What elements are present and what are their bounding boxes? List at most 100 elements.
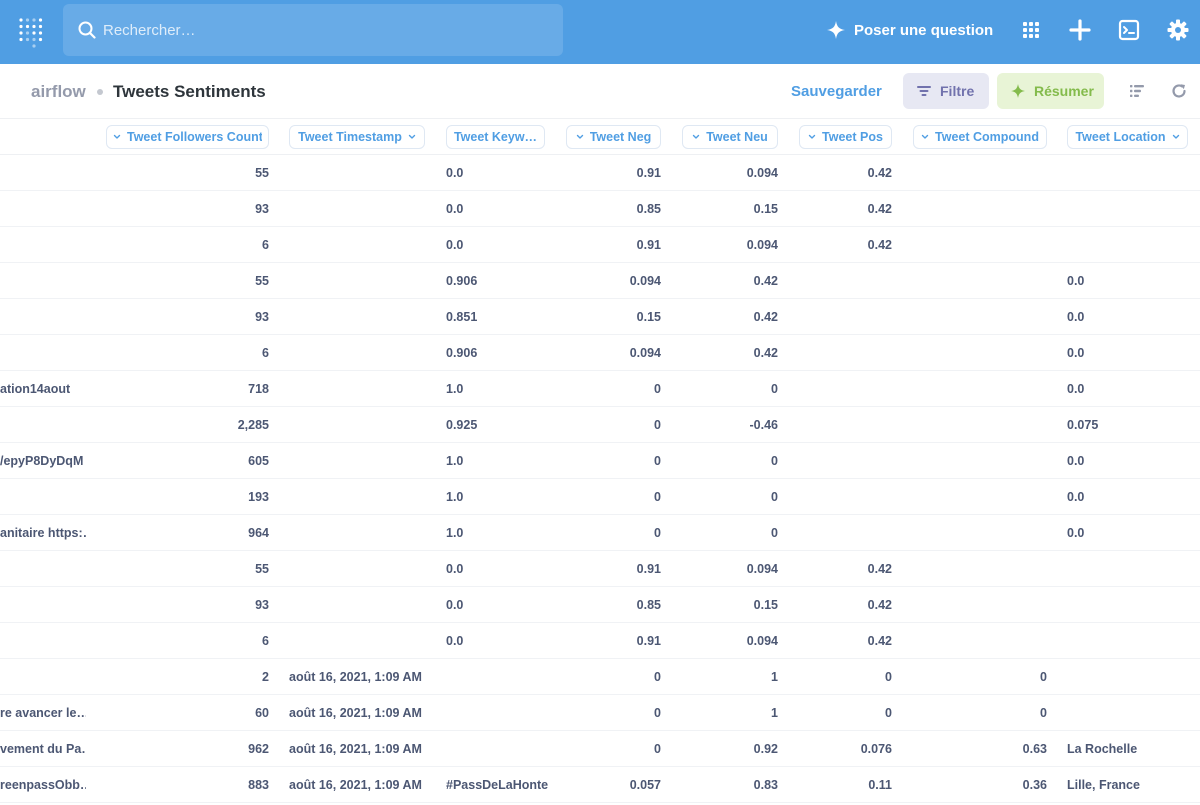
table-cell[interactable]: 0: [905, 695, 1047, 731]
table-cell[interactable]: 0.42: [676, 299, 778, 335]
table-cell[interactable]: [905, 191, 1047, 227]
table-cell[interactable]: 6: [96, 227, 269, 263]
table-cell[interactable]: 883: [96, 767, 269, 803]
table-cell[interactable]: 1.0: [446, 443, 550, 479]
table-cell[interactable]: [0, 407, 86, 443]
column-header-followers-count[interactable]: Tweet Followers Count: [106, 125, 269, 149]
table-cell[interactable]: [1067, 227, 1197, 263]
table-cell[interactable]: [1067, 623, 1197, 659]
table-cell[interactable]: 0.0: [1067, 335, 1197, 371]
table-cell[interactable]: [0, 659, 86, 695]
table-cell[interactable]: [289, 407, 429, 443]
table-cell[interactable]: 1: [676, 695, 778, 731]
table-cell[interactable]: 2: [96, 659, 269, 695]
table-cell[interactable]: 0.0: [446, 227, 550, 263]
table-cell[interactable]: [0, 299, 86, 335]
table-cell[interactable]: [790, 479, 892, 515]
table-cell[interactable]: 93: [96, 299, 269, 335]
save-button[interactable]: Sauvegarder: [791, 83, 882, 100]
table-cell[interactable]: 0.0: [1067, 299, 1197, 335]
column-header-location[interactable]: Tweet Location: [1067, 125, 1188, 149]
table-cell[interactable]: 0.076: [790, 731, 892, 767]
table-cell[interactable]: [446, 659, 550, 695]
table-cell[interactable]: 2,285: [96, 407, 269, 443]
table-cell[interactable]: [289, 299, 429, 335]
table-cell[interactable]: 6: [96, 335, 269, 371]
table-cell[interactable]: 0.925: [446, 407, 550, 443]
table-cell[interactable]: 0: [558, 515, 661, 551]
column-header-neg[interactable]: Tweet Neg: [566, 125, 661, 149]
column-header-compound[interactable]: Tweet Compound: [913, 125, 1047, 149]
table-cell[interactable]: [790, 263, 892, 299]
table-cell[interactable]: [905, 551, 1047, 587]
sql-editor-icon[interactable]: [1117, 18, 1141, 42]
table-cell[interactable]: 1.0: [446, 479, 550, 515]
table-cell[interactable]: 0.0: [1067, 263, 1197, 299]
table-cell[interactable]: [905, 155, 1047, 191]
table-cell[interactable]: Lille, France: [1067, 767, 1197, 803]
table-cell[interactable]: 0.0: [446, 155, 550, 191]
table-cell[interactable]: 605: [96, 443, 269, 479]
table-cell[interactable]: 718: [96, 371, 269, 407]
table-cell[interactable]: 0.0: [1067, 479, 1197, 515]
table-cell[interactable]: 0.906: [446, 263, 550, 299]
table-cell[interactable]: 0: [558, 443, 661, 479]
table-cell[interactable]: [289, 587, 429, 623]
column-header-keyword[interactable]: Tweet Keyw…: [446, 125, 545, 149]
table-cell[interactable]: 0: [790, 659, 892, 695]
table-cell[interactable]: [289, 191, 429, 227]
table-cell[interactable]: 93: [96, 587, 269, 623]
table-cell[interactable]: 0.15: [676, 191, 778, 227]
table-cell[interactable]: [0, 263, 86, 299]
search-bar[interactable]: [63, 4, 563, 56]
table-cell[interactable]: 1.0: [446, 371, 550, 407]
table-cell[interactable]: [0, 479, 86, 515]
table-cell[interactable]: [1067, 587, 1197, 623]
table-cell[interactable]: [905, 407, 1047, 443]
table-cell[interactable]: 0: [558, 479, 661, 515]
table-cell[interactable]: [0, 335, 86, 371]
table-cell[interactable]: 962: [96, 731, 269, 767]
table-cell[interactable]: [905, 263, 1047, 299]
column-header-pos[interactable]: Tweet Pos: [799, 125, 892, 149]
table-cell[interactable]: 6: [96, 623, 269, 659]
table-cell[interactable]: 0: [790, 695, 892, 731]
table-cell[interactable]: [289, 335, 429, 371]
table-cell[interactable]: [289, 479, 429, 515]
table-cell[interactable]: reenpassObb…: [0, 767, 86, 803]
table-cell[interactable]: -0.46: [676, 407, 779, 443]
table-cell[interactable]: 0.91: [558, 227, 661, 263]
table-cell[interactable]: 0.094: [558, 335, 661, 371]
table-cell[interactable]: 0.094: [676, 155, 778, 191]
table-cell[interactable]: 193: [96, 479, 269, 515]
table-cell[interactable]: 0.36: [905, 767, 1047, 803]
table-cell[interactable]: 0.85: [558, 587, 661, 623]
table-cell[interactable]: 1: [676, 659, 778, 695]
table-cell[interactable]: /epyP8DyDqM: [0, 443, 86, 479]
table-cell[interactable]: [905, 443, 1047, 479]
table-cell[interactable]: [1067, 659, 1197, 695]
table-cell[interactable]: 55: [96, 263, 269, 299]
summarize-button[interactable]: Résumer: [997, 73, 1104, 109]
table-cell[interactable]: 0.0: [1067, 371, 1197, 407]
table-cell[interactable]: 0.094: [676, 623, 778, 659]
table-cell[interactable]: [905, 299, 1047, 335]
table-cell[interactable]: 0.851: [446, 299, 550, 335]
table-cell[interactable]: 0: [558, 695, 661, 731]
table-cell[interactable]: 55: [96, 155, 269, 191]
table-cell[interactable]: [905, 623, 1047, 659]
search-input[interactable]: [103, 4, 543, 56]
breadcrumb-database[interactable]: airflow: [31, 82, 86, 102]
table-cell[interactable]: [0, 227, 86, 263]
table-cell[interactable]: 0.91: [558, 155, 661, 191]
table-cell[interactable]: anitaire https:…: [0, 515, 86, 551]
table-cell[interactable]: [790, 371, 892, 407]
table-cell[interactable]: [289, 551, 429, 587]
list-view-icon[interactable]: [1128, 82, 1146, 100]
table-cell[interactable]: [0, 155, 86, 191]
table-cell[interactable]: 0.42: [790, 587, 892, 623]
table-cell[interactable]: [0, 191, 86, 227]
table-cell[interactable]: 0.0: [446, 551, 550, 587]
table-cell[interactable]: août 16, 2021, 1:09 AM: [289, 731, 429, 767]
table-cell[interactable]: vement du Pa…: [0, 731, 86, 767]
